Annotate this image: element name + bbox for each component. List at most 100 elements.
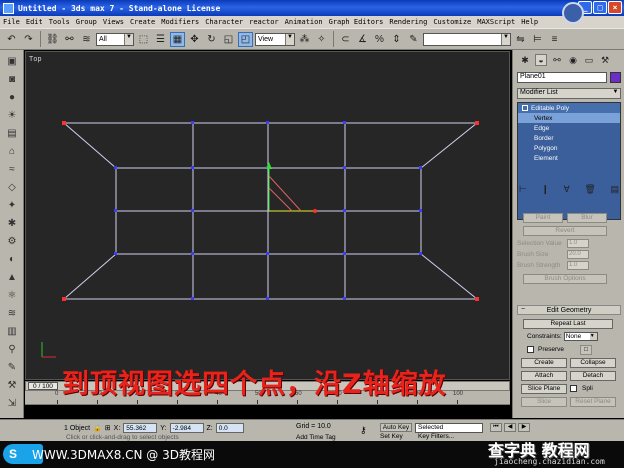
selection-value-spinner[interactable]: 1.0	[567, 239, 589, 248]
x-coordinate-field[interactable]: 55.362	[123, 423, 158, 433]
menu-help[interactable]: Help	[521, 18, 538, 26]
maximize-button[interactable]: □	[593, 1, 607, 14]
extra-icon[interactable]: ⇲	[4, 396, 20, 410]
vertex[interactable]	[114, 166, 117, 169]
show-end-result-icon[interactable]: ❙	[541, 184, 549, 195]
menu-edit[interactable]: Edit	[26, 18, 43, 26]
menu-animation[interactable]: Animation	[285, 18, 323, 26]
vertex[interactable]	[191, 297, 194, 300]
vertex[interactable]	[419, 166, 422, 169]
percent-snap-icon[interactable]: %	[372, 32, 387, 47]
scale-active-icon[interactable]: ◰	[238, 31, 253, 47]
cylinder-icon[interactable]: ◙	[4, 72, 20, 86]
repeat-last-button[interactable]: Repeat Last	[523, 318, 613, 329]
selected-vertex[interactable]	[475, 121, 479, 125]
undo-icon[interactable]: ↶	[4, 32, 19, 47]
attach-button[interactable]: Attach	[521, 370, 567, 381]
collapse-button[interactable]: Collapse	[570, 357, 616, 368]
menu-create[interactable]: Create	[130, 18, 155, 26]
create-tab-icon[interactable]: ✱	[519, 54, 531, 66]
vertex[interactable]	[343, 121, 346, 124]
y-coordinate-field[interactable]: -2.984	[169, 423, 204, 433]
vertex[interactable]	[343, 166, 346, 169]
preserve-settings-button[interactable]: □	[580, 344, 593, 355]
box-icon[interactable]: ▣	[4, 54, 20, 68]
split-checkbox[interactable]	[570, 385, 577, 392]
key-selection-set-select[interactable]: Selected	[415, 423, 483, 433]
link-icon[interactable]: ⛓	[45, 32, 60, 47]
selected-vertex[interactable]	[62, 121, 66, 125]
stack-item-border[interactable]: Border	[518, 133, 620, 143]
vertex[interactable]	[343, 252, 346, 255]
revert-button[interactable]: Revert	[523, 225, 607, 236]
slice-button[interactable]: Slice	[521, 396, 567, 407]
move-icon[interactable]: ✥	[187, 32, 202, 47]
modifier-icon[interactable]: ✦	[4, 198, 20, 212]
vertex[interactable]	[266, 252, 269, 255]
object-name-field[interactable]: Plane01	[517, 72, 607, 83]
prev-frame-icon[interactable]: ◀	[504, 423, 516, 432]
lock-selection-icon[interactable]: 🔒	[93, 424, 102, 432]
menu-maxscript[interactable]: MAXScript	[477, 18, 515, 26]
stack-item-polygon[interactable]: Polygon	[518, 143, 620, 153]
goto-start-icon[interactable]: ⏮	[490, 423, 502, 432]
reset-plane-button[interactable]: Reset Plane	[570, 396, 616, 407]
menu-graph-editors[interactable]: Graph Editors	[329, 18, 384, 26]
vertex[interactable]	[266, 297, 269, 300]
close-button[interactable]: ×	[608, 1, 622, 14]
stack-item-editable-poly[interactable]: Editable Poly	[518, 103, 620, 113]
region-select-icon[interactable]: ▦	[170, 31, 185, 47]
time-slider-knob[interactable]: 0 / 100	[28, 382, 58, 390]
tools-icon[interactable]: ⚒	[4, 378, 20, 392]
menu-file[interactable]: File	[3, 18, 20, 26]
brush-size-spinner[interactable]: 20.0	[567, 250, 589, 259]
set-key-button[interactable]: Set Key	[380, 433, 403, 440]
vertex[interactable]	[419, 209, 422, 212]
light-icon[interactable]: ☀	[4, 108, 20, 122]
reference-coord-select[interactable]: View ▼	[255, 32, 295, 46]
menu-modifiers[interactable]: Modifiers	[161, 18, 199, 26]
named-selection-icon[interactable]: ✎	[406, 32, 421, 47]
brush-options-button[interactable]: Brush Options	[523, 273, 607, 284]
top-viewport[interactable]: Top	[25, 51, 510, 380]
modifier-list-dropdown[interactable]: Modifier List ▼	[517, 88, 621, 99]
viewport-label[interactable]: Top	[29, 55, 42, 63]
add-time-tag-button[interactable]: Add Time Tag	[296, 434, 336, 441]
edit-geometry-title[interactable]: − Edit Geometry	[517, 305, 621, 315]
camera-icon[interactable]: ▤	[4, 126, 20, 140]
brush-strength-spinner[interactable]: 1.0	[567, 261, 589, 270]
auto-key-button[interactable]: Auto Key	[380, 423, 412, 432]
vertex[interactable]	[343, 209, 346, 212]
remove-modifier-icon[interactable]: 🗑	[584, 184, 595, 195]
menu-reactor[interactable]: reactor	[249, 18, 279, 26]
constraints-select[interactable]: None ▼	[563, 332, 598, 341]
selected-vertex[interactable]	[475, 297, 479, 301]
absolute-mode-icon[interactable]: ⊞	[105, 424, 111, 432]
utilities-tab-icon[interactable]: ⚒	[599, 54, 611, 66]
selection-filter-select[interactable]: All ▼	[96, 32, 134, 46]
helper-icon[interactable]: ⌂	[4, 144, 20, 158]
object-color-swatch[interactable]	[610, 72, 621, 83]
cloth-icon[interactable]: ▥	[4, 324, 20, 338]
vertex[interactable]	[191, 121, 194, 124]
display-tab-icon[interactable]: ▭	[583, 54, 595, 66]
render-icon[interactable]: ▲	[4, 270, 20, 284]
stack-item-edge[interactable]: Edge	[518, 123, 620, 133]
menu-tools[interactable]: Tools	[49, 18, 70, 26]
script-icon[interactable]: ✎	[4, 360, 20, 374]
spacewarp-icon[interactable]: ≈	[4, 162, 20, 176]
z-coordinate-field[interactable]: 0.0	[215, 423, 244, 433]
selected-vertex[interactable]	[62, 297, 66, 301]
rotate-icon[interactable]: ↻	[204, 32, 219, 47]
motion-tab-icon[interactable]: ◉	[567, 54, 579, 66]
angle-snap-icon[interactable]: ∡	[355, 32, 370, 47]
expand-icon[interactable]	[522, 105, 528, 111]
named-selection-select[interactable]: ▼	[423, 32, 511, 46]
make-unique-icon[interactable]: ∀	[564, 184, 570, 195]
mirror-icon[interactable]: ⇋	[513, 32, 528, 47]
preserve-checkbox[interactable]	[527, 346, 534, 353]
transform-gizmo[interactable]	[266, 162, 317, 213]
hierarchy-tab-icon[interactable]: ⚯	[551, 54, 563, 66]
configure-sets-icon[interactable]: ▤	[610, 184, 619, 195]
vertex[interactable]	[419, 252, 422, 255]
